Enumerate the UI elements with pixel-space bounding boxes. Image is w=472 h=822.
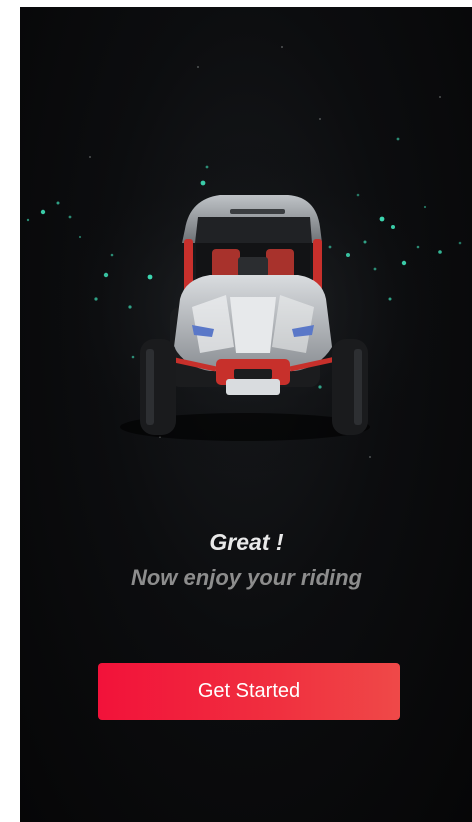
app-screen: Great ! Now enjoy your riding Get Starte… [20,7,472,822]
page-subtitle: Now enjoy your riding [130,565,362,590]
buggy-illustration [26,46,462,477]
page-title: Great ! [209,529,284,555]
get-started-button[interactable]: Get Started [98,663,400,720]
hero-illustration [20,7,472,527]
